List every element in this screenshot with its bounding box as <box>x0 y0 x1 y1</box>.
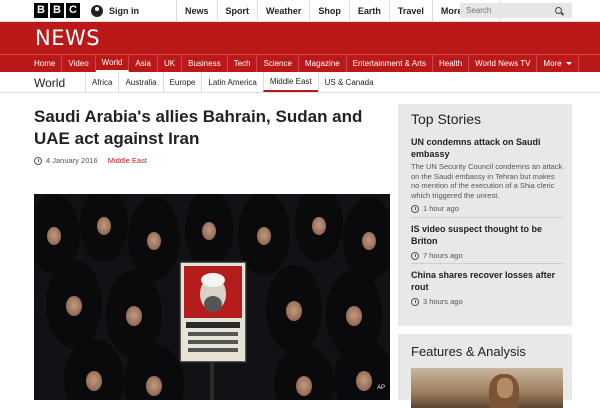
clock-icon <box>411 251 419 260</box>
subnav-us-canada[interactable]: US & Canada <box>317 72 380 92</box>
article-date: 4 January 2016 <box>46 156 98 165</box>
section-title[interactable]: World <box>34 76 65 90</box>
story-time-label: 3 hours ago <box>423 297 463 306</box>
main-nav-home[interactable]: Home <box>28 55 63 72</box>
story-item[interactable]: IS video suspect thought to be Briton 7 … <box>411 223 563 260</box>
section-nav: World Africa Australia Europe Latin Amer… <box>0 72 600 93</box>
top-stories-panel: Top Stories UN condemns attack on Saudi … <box>398 104 572 326</box>
search-box <box>460 3 572 18</box>
search-input[interactable] <box>460 3 554 18</box>
article-headline: Saudi Arabia's allies Bahrain, Sudan and… <box>34 107 363 148</box>
main-nav-world[interactable]: World <box>95 55 130 72</box>
bbc-logo-letter-b2: B <box>50 3 64 18</box>
crowd-photo-illustration <box>34 194 390 400</box>
story-time: 1 hour ago <box>411 204 563 213</box>
subnav-europe[interactable]: Europe <box>162 72 202 92</box>
main-nav-business[interactable]: Business <box>182 55 228 72</box>
main-nav-health[interactable]: Health <box>433 55 470 72</box>
main-nav-world-news-tv[interactable]: World News TV <box>469 55 538 72</box>
clock-icon <box>34 156 42 165</box>
main-nav-video[interactable]: Video <box>62 55 96 72</box>
news-masthead: NEWS <box>0 22 600 54</box>
signin-label: Sign in <box>109 6 139 16</box>
top-nav-travel[interactable]: Travel <box>388 0 432 22</box>
article-meta: 4 January 2016 Middle East <box>34 156 147 165</box>
divider <box>411 263 563 264</box>
divider <box>411 217 563 218</box>
story-time-label: 1 hour ago <box>423 204 459 213</box>
story-time-label: 7 hours ago <box>423 251 463 260</box>
main-nav-entertainment[interactable]: Entertainment & Arts <box>347 55 434 72</box>
bbc-logo[interactable]: B B C <box>34 3 80 18</box>
user-icon <box>91 5 103 17</box>
search-icon[interactable] <box>554 6 564 16</box>
bbc-logo-letter-b: B <box>34 3 48 18</box>
subnav-latin-america[interactable]: Latin America <box>201 72 262 92</box>
top-stories-title: Top Stories <box>411 111 482 127</box>
main-nav: Home Video World Asia UK Business Tech S… <box>0 54 600 72</box>
story-time: 7 hours ago <box>411 251 563 260</box>
top-nav-weather[interactable]: Weather <box>257 0 309 22</box>
article-category-link[interactable]: Middle East <box>108 156 147 165</box>
subnav-africa[interactable]: Africa <box>85 72 118 92</box>
main-nav-magazine[interactable]: Magazine <box>299 55 347 72</box>
subnav-australia[interactable]: Australia <box>118 72 162 92</box>
top-nav-news[interactable]: News <box>176 0 217 22</box>
main-nav-science[interactable]: Science <box>257 55 299 72</box>
signin-link[interactable]: Sign in <box>91 3 139 19</box>
story-summary: The UN Security Council condemns an atta… <box>411 162 563 200</box>
story-headline[interactable]: IS video suspect thought to be Briton <box>411 223 563 247</box>
bbc-logo-letter-c: C <box>66 3 80 18</box>
features-thumbnail[interactable] <box>411 368 563 408</box>
top-nav-shop[interactable]: Shop <box>309 0 349 22</box>
top-nav-earth[interactable]: Earth <box>348 0 389 22</box>
subnav-middle-east[interactable]: Middle East <box>262 72 318 92</box>
photo-credit: AP <box>374 384 387 392</box>
top-nav: News Sport Weather Shop Earth Travel Mor… <box>176 0 500 22</box>
main-nav-asia[interactable]: Asia <box>129 55 158 72</box>
story-time: 3 hours ago <box>411 297 563 306</box>
clock-icon <box>411 204 419 213</box>
top-nav-sport[interactable]: Sport <box>216 0 258 22</box>
main-nav-tech[interactable]: Tech <box>228 55 258 72</box>
bbc-top-bar: B B C Sign in News Sport Weather Shop Ea… <box>0 0 600 22</box>
news-logo[interactable]: NEWS <box>35 26 100 50</box>
features-panel: Features & Analysis <box>398 334 572 408</box>
main-nav-uk[interactable]: UK <box>158 55 183 72</box>
main-nav-more[interactable]: More <box>537 55 579 72</box>
article-photo: AP <box>34 194 390 400</box>
story-headline[interactable]: UN condemns attack on Saudi embassy <box>411 136 563 160</box>
story-headline[interactable]: China shares recover losses after rout <box>411 269 563 293</box>
story-item[interactable]: China shares recover losses after rout 3… <box>411 269 563 306</box>
story-item[interactable]: UN condemns attack on Saudi embassy The … <box>411 136 563 213</box>
features-title: Features & Analysis <box>411 344 526 359</box>
clock-icon <box>411 297 419 306</box>
